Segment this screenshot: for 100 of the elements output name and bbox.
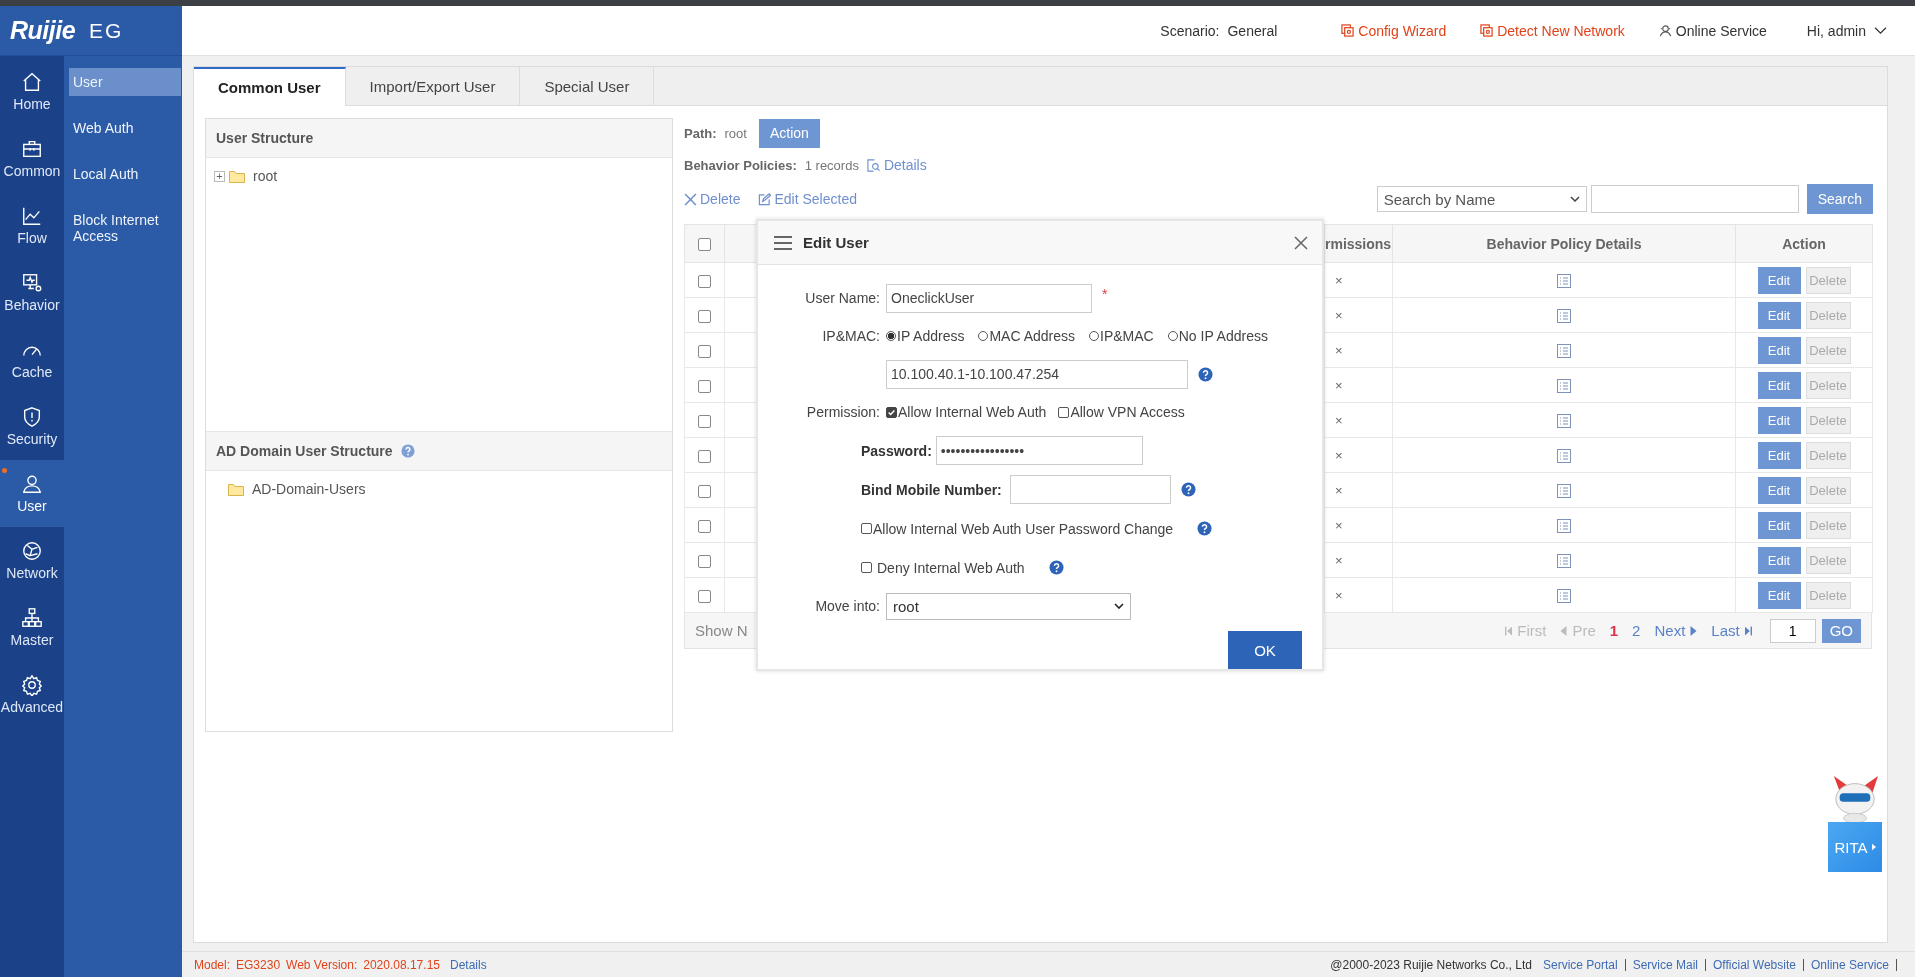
first-page-icon <box>1505 625 1513 636</box>
help-icon[interactable] <box>1198 366 1213 382</box>
folder-icon <box>229 169 245 183</box>
tree-node[interactable]: + root <box>214 168 278 184</box>
go-button[interactable]: GO <box>1821 618 1861 643</box>
edit-button[interactable]: Edit <box>1757 546 1801 574</box>
ok-button[interactable]: OK <box>1228 631 1302 669</box>
list-icon[interactable] <box>1557 448 1571 463</box>
nav-item[interactable]: Network <box>0 527 64 594</box>
dialog-title: Edit User <box>803 234 869 251</box>
nav-item[interactable]: Common <box>0 125 64 192</box>
list-icon[interactable] <box>1557 483 1571 498</box>
page-link[interactable]: 1 <box>1609 622 1619 639</box>
row-checkbox[interactable] <box>698 484 711 498</box>
nav-item[interactable]: Home <box>0 58 64 125</box>
nav-item[interactable]: Flow <box>0 192 64 259</box>
radio-option[interactable]: No IP Address <box>1167 328 1268 344</box>
move-into-select[interactable]: root <box>886 592 1131 620</box>
user-menu[interactable]: Hi, admin <box>1806 22 1887 39</box>
help-icon[interactable] <box>400 444 415 458</box>
edit-button[interactable]: Edit <box>1757 441 1801 469</box>
row-checkbox[interactable] <box>698 379 711 393</box>
nav-item[interactable]: Master <box>0 594 64 661</box>
edit-button[interactable]: Edit <box>1757 371 1801 399</box>
page-link[interactable]: 2 <box>1632 622 1641 639</box>
list-icon[interactable] <box>1557 273 1571 288</box>
details-link[interactable]: Details <box>450 957 487 972</box>
nav-item[interactable]: User <box>0 460 64 527</box>
edit-button[interactable]: Edit <box>1757 476 1801 504</box>
help-icon[interactable] <box>1197 521 1213 536</box>
tab[interactable]: Import/Export User <box>345 67 521 105</box>
search-button[interactable]: Search <box>1806 184 1873 214</box>
ip-range-field[interactable]: 10.100.40.1-10.100.47.254 <box>886 359 1188 389</box>
user-name-field[interactable]: OneclickUser <box>886 283 1092 313</box>
assistant-button[interactable]: RITA <box>1828 822 1882 872</box>
config-wizard-link[interactable]: Config Wizard <box>1341 22 1447 39</box>
select-all-checkbox[interactable] <box>698 238 711 252</box>
nav-item[interactable]: Advanced <box>0 661 64 728</box>
detect-network-link[interactable]: Detect New Network <box>1480 22 1625 39</box>
help-icon[interactable] <box>1180 482 1196 497</box>
submenu-item[interactable]: Local Auth <box>69 160 181 188</box>
row-checkbox[interactable] <box>698 309 711 323</box>
footer-link[interactable]: Service Portal <box>1535 958 1626 971</box>
column-header: rmissions <box>1325 235 1392 252</box>
page-number-field[interactable]: 1 <box>1769 618 1816 643</box>
table-cell: × <box>1335 307 1343 323</box>
nav-item[interactable]: Security <box>0 393 64 460</box>
list-icon[interactable] <box>1557 553 1571 568</box>
row-checkbox[interactable] <box>698 414 711 428</box>
checkbox-option[interactable]: Deny Internal Web Auth <box>861 559 1025 576</box>
mobile-number-field[interactable] <box>1009 475 1171 504</box>
edit-button[interactable]: Edit <box>1757 511 1801 539</box>
row-checkbox[interactable] <box>698 274 711 288</box>
checkbox-option[interactable]: Allow VPN Access <box>1058 404 1185 420</box>
radio-option[interactable]: IP Address <box>886 328 965 344</box>
list-icon[interactable] <box>1557 378 1571 393</box>
field-label: Move into: <box>814 598 881 614</box>
edit-selected-link[interactable]: Edit Selected <box>758 191 857 207</box>
next-page-link[interactable]: Next <box>1654 622 1698 639</box>
tab[interactable]: Common User <box>194 67 346 106</box>
hierarchy-icon <box>21 607 43 629</box>
footer-link[interactable]: Service Mail <box>1625 958 1707 971</box>
list-icon[interactable] <box>1557 413 1571 428</box>
password-field[interactable]: ••••••••••••••••• <box>935 436 1143 465</box>
edit-button[interactable]: Edit <box>1757 266 1801 294</box>
list-icon[interactable] <box>1557 518 1571 533</box>
search-type-select[interactable]: Search by Name <box>1376 186 1587 212</box>
list-icon[interactable] <box>1557 343 1571 358</box>
footer-link[interactable]: Official Website <box>1706 958 1804 971</box>
list-icon[interactable] <box>1557 308 1571 323</box>
search-field[interactable] <box>1590 185 1799 213</box>
row-checkbox[interactable] <box>698 344 711 358</box>
action-button[interactable]: Action <box>758 118 820 148</box>
tab[interactable]: Special User <box>520 67 655 105</box>
radio-option[interactable]: MAC Address <box>978 328 1076 344</box>
delete-link[interactable]: Delete <box>684 191 741 207</box>
edit-button[interactable]: Edit <box>1757 581 1801 609</box>
path-label: Path: <box>684 125 717 141</box>
nav-item[interactable]: Behavior <box>0 259 64 326</box>
row-checkbox[interactable] <box>698 519 711 533</box>
submenu-item[interactable]: User <box>69 68 181 96</box>
help-icon[interactable] <box>1048 560 1064 575</box>
footer-link[interactable]: Online Service <box>1803 958 1897 971</box>
tree-node[interactable]: AD-Domain-Users <box>214 481 366 497</box>
submenu-item[interactable]: Block Internet Access <box>69 206 181 250</box>
row-checkbox[interactable] <box>698 554 711 568</box>
submenu-item[interactable]: Web Auth <box>69 114 181 142</box>
checkbox-option[interactable]: Allow Internal Web Auth <box>886 404 1047 420</box>
nav-item[interactable]: Cache <box>0 326 64 393</box>
edit-button[interactable]: Edit <box>1757 406 1801 434</box>
edit-button[interactable]: Edit <box>1757 336 1801 364</box>
last-page-link[interactable]: Last <box>1711 622 1752 639</box>
row-checkbox[interactable] <box>698 589 711 603</box>
online-service-link[interactable]: Online Service <box>1658 22 1767 39</box>
edit-button[interactable]: Edit <box>1757 301 1801 329</box>
row-checkbox[interactable] <box>698 449 711 463</box>
details-link[interactable]: Details <box>866 157 927 173</box>
close-icon[interactable] <box>1294 235 1308 250</box>
list-icon[interactable] <box>1557 588 1571 603</box>
radio-option[interactable]: IP&MAC <box>1089 328 1154 344</box>
